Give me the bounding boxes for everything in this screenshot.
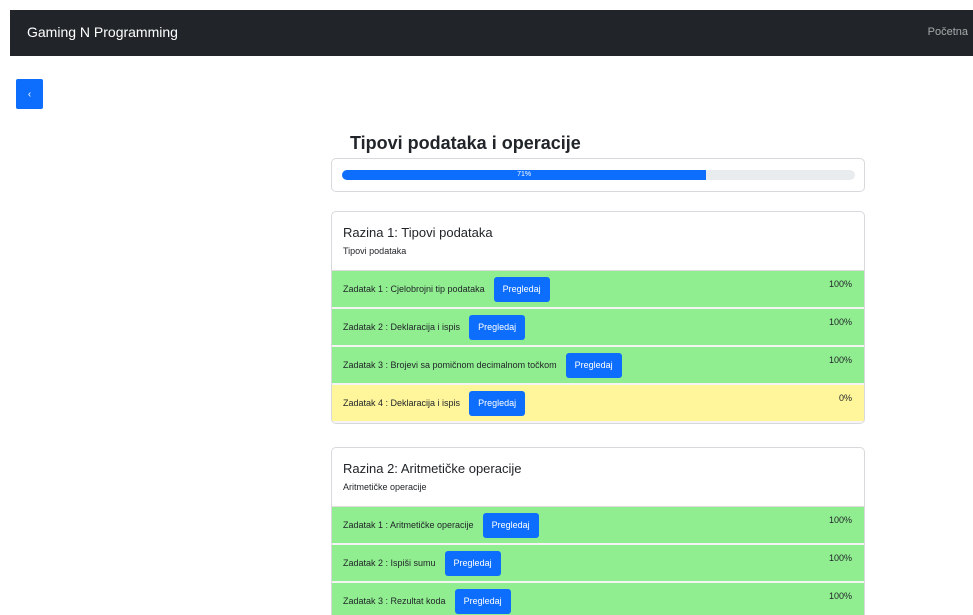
task-label: Zadatak 1 : Cjelobrojni tip podataka — [343, 284, 485, 294]
level-header: Razina 2: Aritmetičke operacije Aritmeti… — [332, 448, 864, 507]
level-subtitle: Aritmetičke operacije — [343, 482, 427, 492]
pregledaj-button[interactable]: Pregledaj — [469, 390, 526, 416]
task-label: Zadatak 1 : Aritmetičke operacije — [343, 520, 474, 530]
task-percent: 100% — [828, 515, 852, 525]
task-row: Zadatak 3 : Rezultat koda Pregledaj 100% — [332, 583, 864, 615]
task-percent: 100% — [828, 279, 852, 289]
pregledaj-button[interactable]: Pregledaj — [565, 352, 622, 378]
task-row: Zadatak 2 : Deklaracija i ispis Pregleda… — [332, 309, 864, 347]
pregledaj-button[interactable]: Pregledaj — [469, 314, 526, 340]
back-button[interactable]: ‹ — [16, 79, 43, 109]
progress-fill: 71% — [342, 170, 707, 180]
level-card-2: Razina 2: Aritmetičke operacije Aritmeti… — [331, 447, 865, 615]
navbar-brand[interactable]: Gaming N Programming — [27, 24, 178, 40]
pregledaj-button[interactable]: Pregledaj — [493, 276, 550, 302]
task-label: Zadatak 3 : Rezultat koda — [343, 596, 446, 606]
nav-link-pocetna[interactable]: Početna — [928, 26, 968, 38]
level-card-1: Razina 1: Tipovi podataka Tipovi podatak… — [331, 211, 865, 424]
task-percent: 100% — [828, 591, 852, 601]
task-percent: 100% — [828, 317, 852, 327]
level-subtitle: Tipovi podataka — [343, 246, 407, 256]
task-label: Zadatak 2 : Ispiši sumu — [343, 558, 436, 568]
task-row: Zadatak 3 : Brojevi sa pomičnom decimaln… — [332, 347, 864, 385]
task-label: Zadatak 2 : Deklaracija i ispis — [343, 322, 461, 332]
task-label: Zadatak 3 : Brojevi sa pomičnom decimaln… — [343, 360, 557, 370]
level-title: Razina 2: Aritmetičke operacije — [343, 461, 522, 476]
progress-track: 71% — [342, 170, 855, 180]
task-percent: 0% — [838, 393, 852, 403]
task-row: Zadatak 4 : Deklaracija i ispis Pregleda… — [332, 385, 864, 423]
task-percent: 100% — [828, 553, 852, 563]
pregledaj-button[interactable]: Pregledaj — [482, 512, 539, 538]
task-label: Zadatak 4 : Deklaracija i ispis — [343, 398, 461, 408]
level-title: Razina 1: Tipovi podataka — [343, 225, 493, 240]
page-title: Tipovi podataka i operacije — [350, 133, 581, 153]
task-row: Zadatak 1 : Aritmetičke operacije Pregle… — [332, 507, 864, 545]
progress-card: 71% — [331, 158, 865, 192]
task-row: Zadatak 1 : Cjelobrojni tip podataka Pre… — [332, 271, 864, 309]
level-header: Razina 1: Tipovi podataka Tipovi podatak… — [332, 212, 864, 271]
pregledaj-button[interactable]: Pregledaj — [444, 550, 501, 576]
navbar: Gaming N Programming Početna — [10, 10, 973, 56]
pregledaj-button[interactable]: Pregledaj — [454, 588, 511, 614]
task-row: Zadatak 2 : Ispiši sumu Pregledaj 100% — [332, 545, 864, 583]
task-percent: 100% — [828, 355, 852, 365]
